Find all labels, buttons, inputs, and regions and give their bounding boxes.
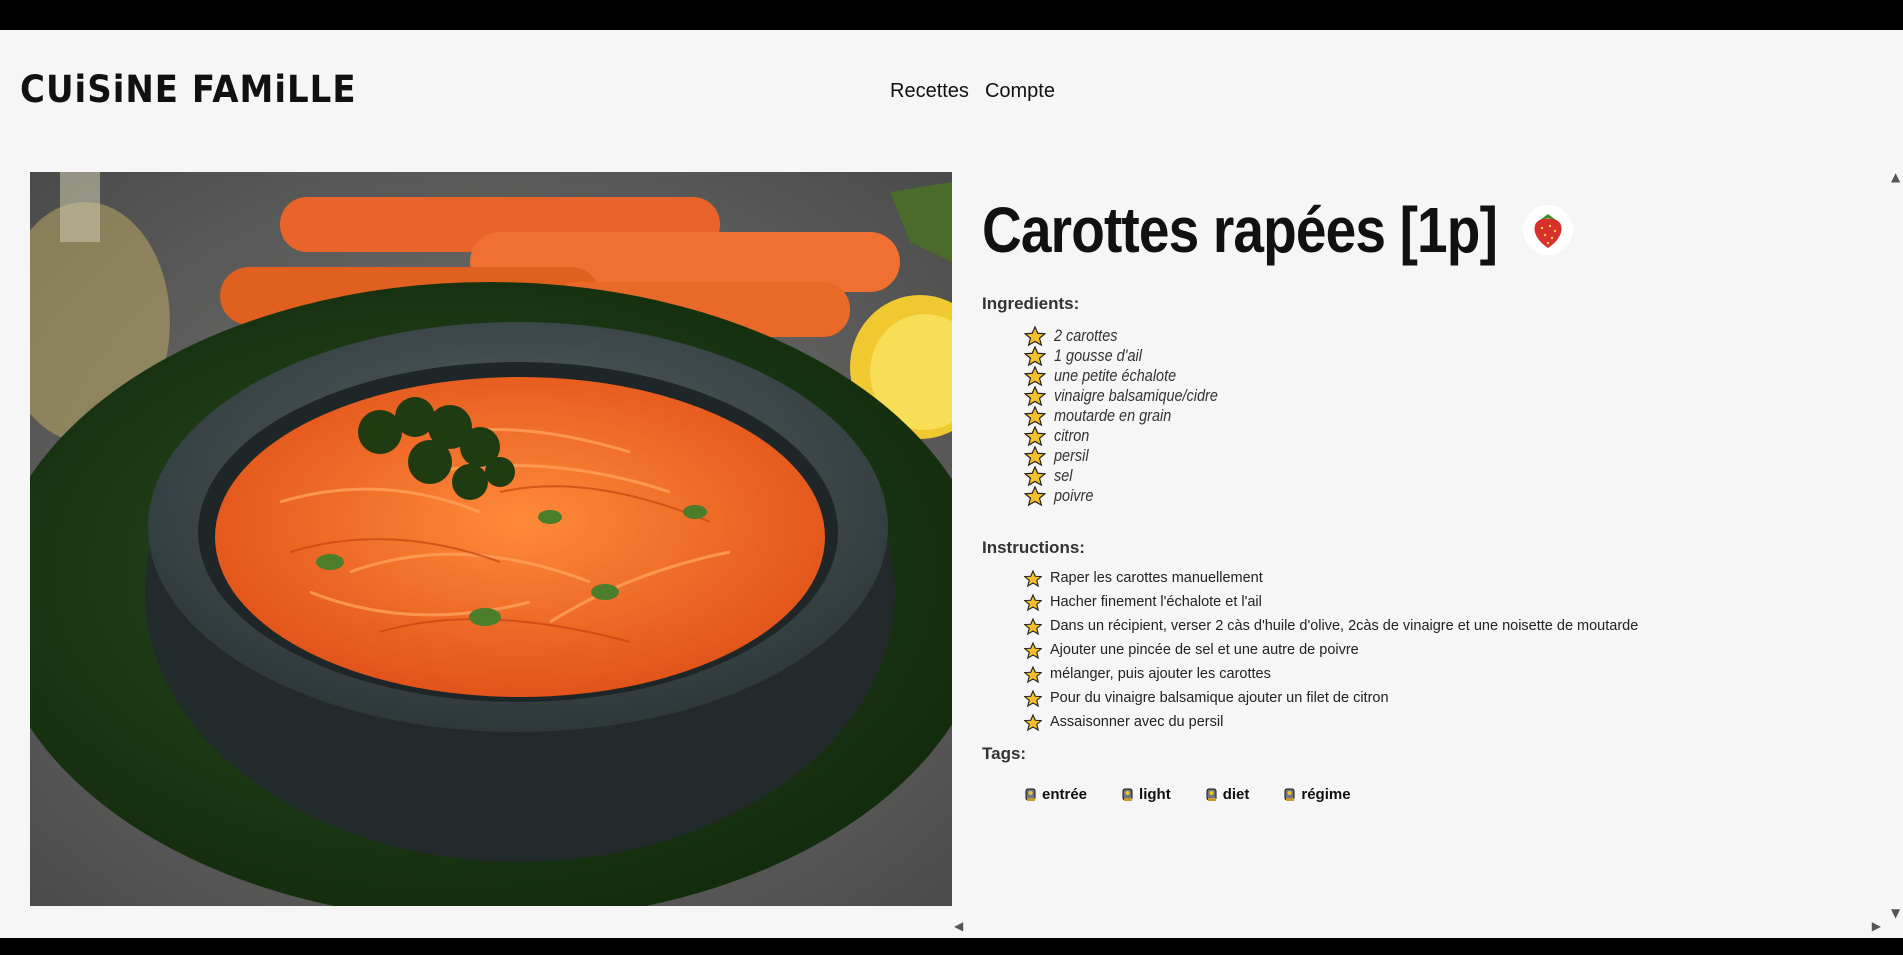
list-item: Pour du vinaigre balsamique ajouter un f…: [1024, 686, 1862, 710]
instructions-list: Raper les carottes manuellement Hacher f…: [982, 566, 1862, 734]
star-icon: [1024, 346, 1046, 366]
instruction-text: Dans un récipient, verser 2 càs d'huile …: [1050, 618, 1639, 634]
site-header: CUiSiNE FAMiLLE Recettes Compte: [0, 30, 1903, 150]
list-item: persil: [1024, 446, 1862, 466]
tags-list: entrée light diet régime: [982, 786, 1862, 803]
nav-compte-link[interactable]: Compte: [985, 80, 1055, 103]
star-icon: [1024, 386, 1046, 406]
ingredient-text: une petite échalote: [1054, 366, 1177, 385]
main-nav: Recettes Compte: [890, 80, 1055, 103]
tag-chip[interactable]: régime: [1283, 786, 1351, 803]
tag-label: entrée: [1042, 786, 1088, 803]
list-item: une petite échalote: [1024, 366, 1862, 386]
tags-heading: Tags:: [982, 744, 1027, 763]
site-logo[interactable]: CUiSiNE FAMiLLE: [20, 68, 357, 112]
ingredient-text: citron: [1054, 426, 1090, 445]
star-icon: [1024, 426, 1046, 446]
ingredients-list: 2 carottes 1 gousse d'ail une petite éch…: [982, 326, 1862, 506]
ingredient-text: moutarde en grain: [1054, 406, 1172, 425]
tag-chip[interactable]: light: [1121, 786, 1171, 803]
list-item: Raper les carottes manuellement: [1024, 566, 1862, 590]
scroll-right-icon[interactable]: ▶: [1872, 919, 1881, 933]
ingredient-text: 2 carottes: [1054, 326, 1118, 345]
ingredient-text: 1 gousse d'ail: [1054, 346, 1142, 365]
list-item: 2 carottes: [1024, 326, 1862, 346]
instruction-text: Ajouter une pincée de sel et une autre d…: [1050, 642, 1359, 658]
ingredient-text: vinaigre balsamique/cidre: [1054, 386, 1218, 405]
star-icon: [1024, 486, 1046, 506]
browser-viewport: CUiSiNE FAMiLLE Recettes Compte Carottes…: [0, 30, 1903, 938]
star-icon: [1024, 569, 1042, 587]
instruction-text: mélanger, puis ajouter les carottes: [1050, 666, 1271, 682]
scroll-down-icon[interactable]: ▼: [1891, 906, 1900, 920]
tag-chip[interactable]: diet: [1205, 786, 1250, 803]
star-icon: [1024, 366, 1046, 386]
star-icon: [1024, 466, 1046, 486]
ingredient-text: sel: [1054, 466, 1073, 485]
star-icon: [1024, 593, 1042, 611]
list-item: moutarde en grain: [1024, 406, 1862, 426]
list-item: Ajouter une pincée de sel et une autre d…: [1024, 638, 1862, 662]
star-icon: [1024, 617, 1042, 635]
star-icon: [1024, 689, 1042, 707]
title-row: Carottes rapées [1p]: [982, 198, 1862, 262]
instructions-heading: Instructions:: [982, 538, 1085, 557]
strawberry-icon: [1522, 205, 1573, 255]
star-icon: [1024, 326, 1046, 346]
list-item: citron: [1024, 426, 1862, 446]
star-icon: [1024, 446, 1046, 466]
recipe-title: Carottes rapées [1p]: [982, 194, 1498, 266]
scroll-up-icon[interactable]: ▲: [1891, 170, 1900, 184]
star-icon: [1024, 665, 1042, 683]
tag-icon: [1284, 788, 1295, 801]
tag-icon: [1025, 788, 1036, 801]
recipe-photo: [30, 172, 952, 906]
list-item: 1 gousse d'ail: [1024, 346, 1862, 366]
ingredients-heading: Ingredients:: [982, 294, 1080, 313]
nav-recettes-link[interactable]: Recettes: [890, 80, 969, 103]
recipe-details: Carottes rapées [1p] Ingredients: 2 caro…: [982, 198, 1862, 803]
ingredient-text: poivre: [1054, 486, 1094, 505]
list-item: sel: [1024, 466, 1862, 486]
tag-label: diet: [1222, 786, 1250, 803]
star-icon: [1024, 406, 1046, 426]
vertical-scrollbar[interactable]: ▲ ▼: [1887, 170, 1903, 920]
star-icon: [1024, 641, 1042, 659]
list-item: poivre: [1024, 486, 1862, 506]
star-icon: [1024, 713, 1042, 731]
ingredient-text: persil: [1054, 446, 1089, 465]
tag-icon: [1122, 788, 1133, 801]
instruction-text: Pour du vinaigre balsamique ajouter un f…: [1050, 690, 1389, 706]
tag-icon: [1206, 788, 1217, 801]
tag-label: régime: [1301, 786, 1351, 803]
horizontal-scrollbar[interactable]: ◀ ▶: [950, 919, 1885, 935]
instruction-text: Assaisonner avec du persil: [1050, 714, 1224, 730]
list-item: Assaisonner avec du persil: [1024, 710, 1862, 734]
tag-label: light: [1139, 786, 1171, 803]
carrot-salad-image: [30, 172, 952, 906]
list-item: vinaigre balsamique/cidre: [1024, 386, 1862, 406]
list-item: mélanger, puis ajouter les carottes: [1024, 662, 1862, 686]
tag-chip[interactable]: entrée: [1024, 786, 1087, 803]
list-item: Dans un récipient, verser 2 càs d'huile …: [1024, 614, 1862, 638]
list-item: Hacher finement l'échalote et l'ail: [1024, 590, 1862, 614]
instruction-text: Hacher finement l'échalote et l'ail: [1050, 594, 1262, 610]
scroll-left-icon[interactable]: ◀: [954, 919, 963, 933]
instruction-text: Raper les carottes manuellement: [1050, 570, 1263, 586]
